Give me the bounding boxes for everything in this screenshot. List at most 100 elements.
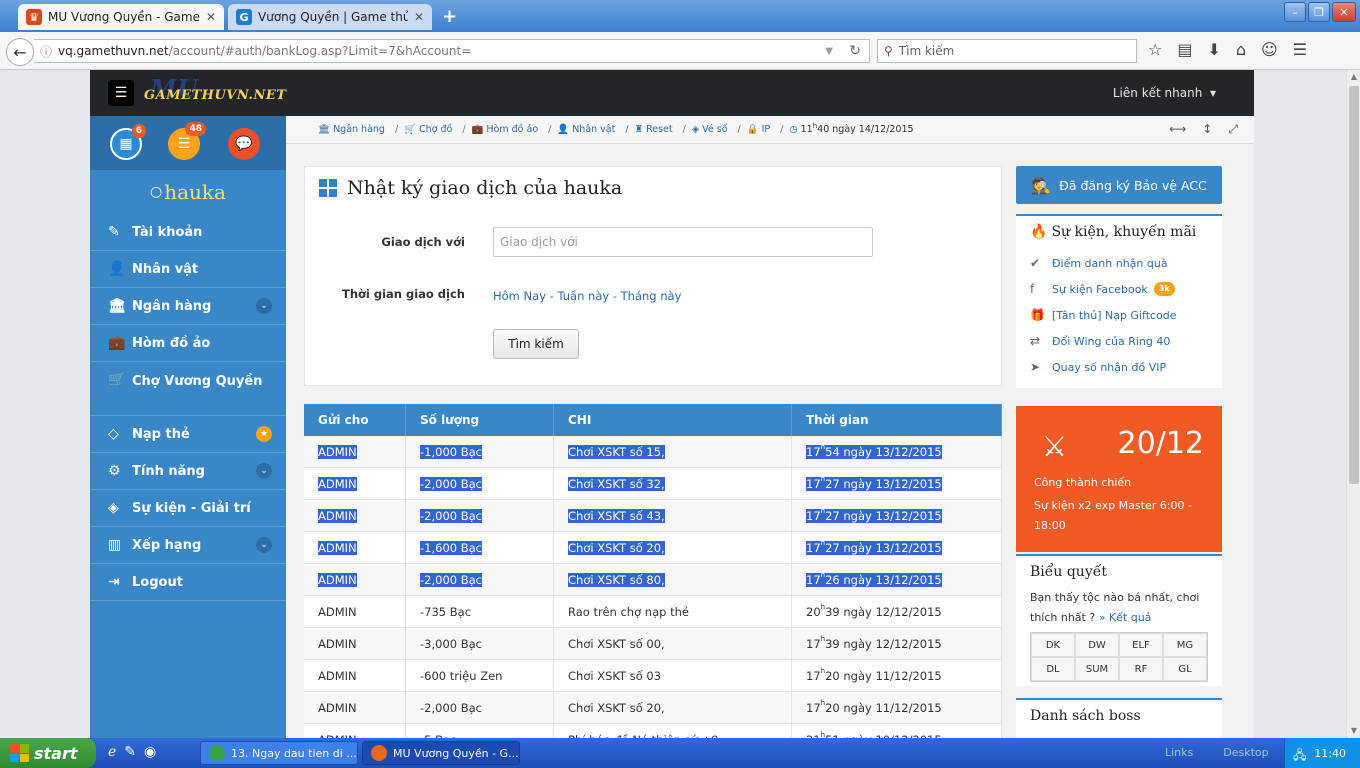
crumb-ip[interactable]: 🔒 IP [747,124,770,135]
calendar-button[interactable]: ▦ 6 [110,124,146,160]
poll-option[interactable]: ELF [1119,633,1163,657]
chat-button[interactable]: 💬 [228,128,260,160]
sidebar-item-logout[interactable]: ⇥ Logout [90,564,286,601]
home-icon[interactable]: ⌂ [1236,40,1246,59]
paint-icon[interactable]: ✎ [124,744,136,760]
table-cell: -2,000 Bạc [406,692,554,723]
event-wing-link[interactable]: ⇄ Đổi Wing của Ring 40 [1030,328,1208,354]
history-dropdown-icon[interactable]: ▼ [825,46,833,57]
clock[interactable]: 11:40 [1314,747,1346,760]
event-giftcode-link[interactable]: 🎁 [Tân thủ] Nạp Giftcode [1030,302,1208,328]
sidebar-item-events[interactable]: ◈ Sự kiện - Giải trí [90,490,286,527]
address-bar[interactable]: ⓘ vq.gamethuvn.net /account/#auth/bankLo… [34,39,870,63]
column-header[interactable]: Gửi cho [304,404,406,436]
site-logo[interactable]: MU GAMETHUVN.NET [144,74,286,103]
search-button[interactable]: Tìm kiếm [493,329,579,359]
account-protection-button[interactable]: 🕵 Đã đăng ký Bảo vệ ACC [1016,166,1222,204]
quick-links-dropdown[interactable]: Liên kết nhanh ▾ [1113,86,1216,100]
this-week-link[interactable]: Tuần này [557,289,609,303]
close-tab-icon[interactable]: ✕ [206,10,216,24]
sidebar-item-character[interactable]: 👤 Nhân vật [90,251,286,288]
today-link[interactable]: Hôm Nay [493,289,546,303]
fullscreen-icon[interactable]: ⤢ [1228,122,1238,137]
close-window-button[interactable]: ✕ [1332,2,1356,22]
site-info-icon[interactable]: ⓘ [40,43,52,60]
desktop-toolbar[interactable]: Desktop [1223,746,1268,759]
expand-horizontal-icon[interactable]: ⟷ [1169,122,1186,137]
smiley-icon[interactable]: ☺ [1261,40,1278,59]
poll-option[interactable]: DW [1075,633,1119,657]
reading-list-icon[interactable]: ▤ [1177,40,1192,59]
table-row: ADMIN -1,600 Bạc Chơi XSKT số 20, 17h27 ngà… [304,532,1002,564]
facebook-icon: f [1030,282,1035,296]
table-cell: 17h26 ngày 13/12/2015 [792,564,1002,595]
sidebar-item-features[interactable]: ⚙ Tính năng ⌄ [90,453,286,490]
page-scrollbar[interactable]: ▲ ▼ [1346,70,1360,738]
list-button[interactable]: ☰ 48 [168,122,206,160]
back-button[interactable]: ← [6,38,34,66]
tab-game-thu-viet[interactable]: G Vương Quyền | Game thủ Việt... ✕ [228,4,432,30]
download-icon[interactable]: ⬇ [1207,40,1220,59]
poll-option[interactable]: DK [1031,633,1075,657]
status-icon: ○ [150,184,163,200]
crumb-inventory[interactable]: 💼 Hòm đồ ảo [472,124,539,135]
sidebar-item-bank[interactable]: 🏛 Ngân hàng ⌄ [90,288,286,325]
poll-result-link[interactable]: » Kết quả [1099,611,1152,624]
crumb-bank[interactable]: 🏛 Ngân hàng [318,124,385,135]
crumb-character[interactable]: 👤 Nhân vật [557,124,615,135]
expand-vertical-icon[interactable]: ↕ [1202,122,1212,137]
bookmark-star-icon[interactable]: ☆ [1148,40,1162,59]
partner-input[interactable]: Giao dịch với [493,227,873,257]
castle-siege-card[interactable]: ⚔ 20/12 Công thành chiến Sự kiện x2 exp … [1016,406,1222,552]
this-month-link[interactable]: Tháng này [621,289,682,303]
ticket-icon: ◈ [108,500,119,516]
sidebar-item-topup[interactable]: ◇ Nạp thẻ ★ [90,416,286,453]
links-toolbar[interactable]: Links [1165,746,1193,759]
maximize-button[interactable]: ❐ [1308,2,1330,22]
poll-option[interactable]: DL [1031,657,1075,681]
poll-option[interactable]: GL [1163,657,1207,681]
gears-icon: ⚙ [108,463,121,479]
table-cell: ADMIN [304,660,406,691]
chevron-down-icon[interactable]: ⌄ [256,537,272,553]
scroll-down-icon[interactable]: ▼ [1347,724,1360,738]
event-facebook-link[interactable]: f Sự kiện Facebook 3k [1030,276,1208,302]
chevron-down-icon[interactable]: ⌄ [256,463,272,479]
scrollbar-thumb[interactable] [1349,86,1359,484]
ie-icon[interactable]: ℯ [108,744,116,760]
hamburger-menu-button[interactable]: ☰ [108,80,134,106]
crumb-market[interactable]: 🛒 Chợ đồ [404,124,452,135]
event-checkin-link[interactable]: ✔ Điểm danh nhận quà [1030,250,1208,276]
sidebar-item-inventory[interactable]: 💼 Hòm đồ ảo [90,325,286,362]
windows-flag-icon [10,744,29,762]
tab-mu-vuong-quyen[interactable]: ♛ MU Vương Quyền - GamethuV... ✕ [18,4,224,30]
boss-list-panel: Danh sách boss [1016,698,1222,738]
poll-option[interactable]: RF [1119,657,1163,681]
start-button[interactable]: start [0,738,96,768]
search-input[interactable]: ⚲ Tìm kiếm [877,39,1137,63]
poll-option[interactable]: SUM [1075,657,1119,681]
crumb-reset[interactable]: ♜ Reset [635,124,673,135]
sidebar-item-ranking[interactable]: ▥ Xếp hạng ⌄ [90,527,286,564]
chrome-icon[interactable]: ◉ [144,744,156,760]
table-cell: -735 Bạc [406,596,554,627]
sidebar-item-account[interactable]: ✎ Tài khoản [90,214,286,251]
column-header[interactable]: Thời gian [792,404,1002,436]
taskbar-item-firefox[interactable]: MU Vương Quyền - G... [362,741,520,765]
chevron-down-icon[interactable]: ⌄ [256,298,272,314]
scroll-up-icon[interactable]: ▲ [1347,70,1360,84]
event-vip-link[interactable]: ➤ Quay số nhận đồ VIP [1030,354,1208,380]
reload-icon[interactable]: ↻ [849,43,861,59]
sidebar-item-market[interactable]: 🛒 Chợ Vương Quyền [90,362,286,416]
minimize-button[interactable]: – [1284,2,1306,22]
taskbar-item-chrome[interactable]: 13. Ngay dau tien di ... [200,741,358,765]
firefox-icon [371,745,387,761]
column-header[interactable]: Số lượng [406,404,554,436]
poll-option[interactable]: MG [1163,633,1207,657]
column-header[interactable]: CHI [554,404,792,436]
network-icon[interactable]: 🖧 [1293,746,1306,767]
menu-icon[interactable]: ☰ [1293,40,1307,59]
new-tab-button[interactable]: + [442,6,457,27]
close-tab-icon[interactable]: ✕ [414,10,424,24]
crumb-lottery[interactable]: ◈ Vé số [692,124,728,135]
